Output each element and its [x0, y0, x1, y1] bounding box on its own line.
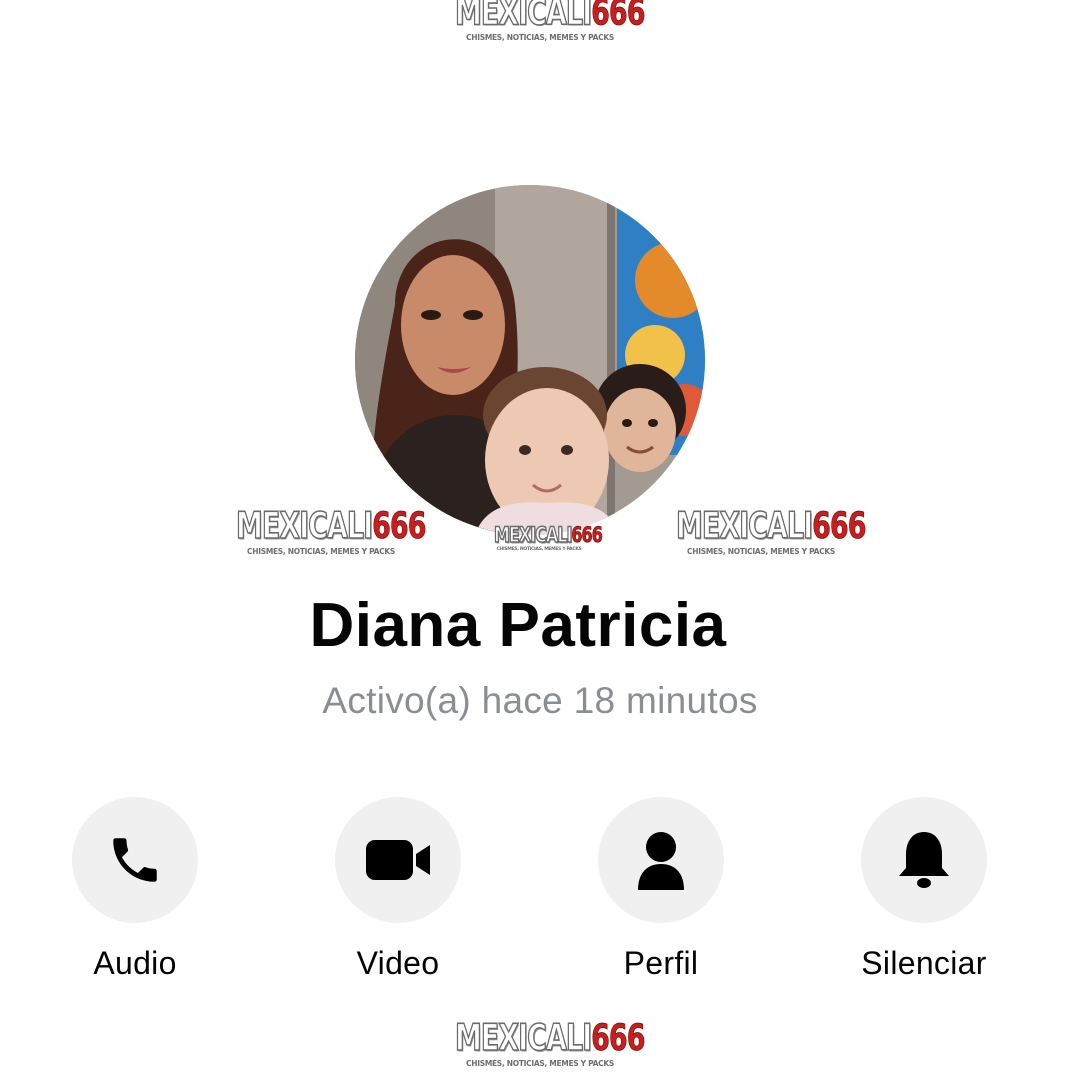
avatar-photo: [355, 185, 705, 535]
audio-call-circle[interactable]: [72, 797, 198, 923]
profile-icon: [638, 832, 684, 890]
audio-label: Audio: [93, 945, 177, 981]
video-camera-icon: [366, 840, 430, 880]
active-status: Activo(a) hace 18 minutos: [322, 680, 758, 721]
mute-label: Silenciar: [861, 945, 987, 981]
watermark-logo-left: MEXICALI666 CHISMES, NOTICIAS, MEMES Y P…: [235, 505, 426, 556]
profile-circle[interactable]: [598, 797, 724, 923]
video-call-button[interactable]: Video: [298, 797, 498, 982]
profile-button[interactable]: Perfil: [561, 797, 761, 982]
video-label: Video: [356, 945, 440, 981]
mute-circle[interactable]: [861, 797, 987, 923]
watermark-logo-right: MEXICALI666 CHISMES, NOTICIAS, MEMES Y P…: [675, 505, 866, 556]
watermark-logo-center: MEXICALI666 CHISMES, NOTICIAS, MEMES Y P…: [493, 521, 603, 552]
contact-name: Diana Patricia: [309, 591, 727, 660]
audio-call-button[interactable]: Audio: [35, 797, 235, 982]
watermark-logo-top: MEXICALI666 CHISMES, NOTICIAS, MEMES Y P…: [454, 0, 645, 42]
profile-label: Perfil: [623, 945, 699, 981]
watermark-logo-bottom: MEXICALI666 CHISMES, NOTICIAS, MEMES Y P…: [454, 1017, 645, 1068]
contact-call-screen: MEXICALI666 CHISMES, NOTICIAS, MEMES Y P…: [0, 0, 1080, 1080]
video-call-circle[interactable]: [335, 797, 461, 923]
mute-button[interactable]: Silenciar: [824, 797, 1024, 982]
contact-avatar[interactable]: [355, 185, 705, 535]
bell-icon: [899, 832, 949, 888]
phone-icon: [113, 838, 157, 882]
